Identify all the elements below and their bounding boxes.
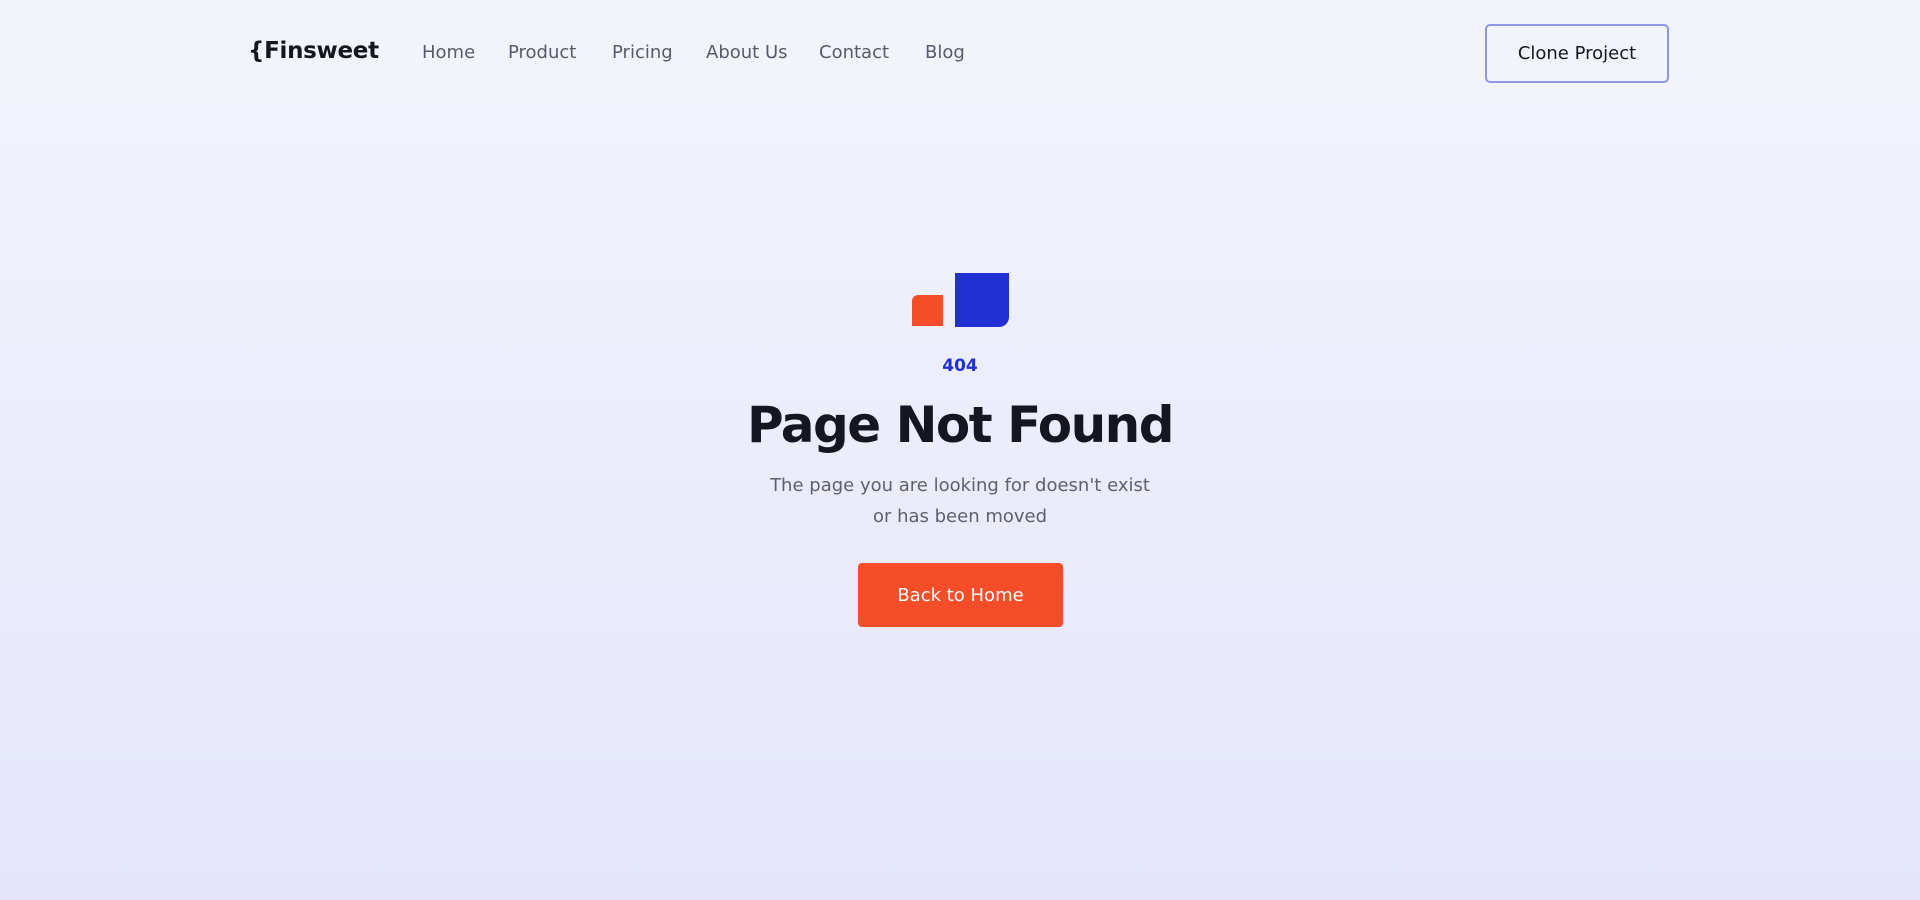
nav-blog[interactable]: Blog bbox=[925, 42, 985, 63]
subtitle-line-1: The page you are looking for doesn't exi… bbox=[770, 475, 1150, 496]
two-squares-icon bbox=[912, 272, 1010, 328]
nav-product[interactable]: Product bbox=[508, 42, 612, 63]
orange-square-shape bbox=[912, 295, 943, 326]
nav-about-us[interactable]: About Us bbox=[706, 42, 819, 63]
nav-home[interactable]: Home bbox=[422, 42, 508, 63]
page-subtitle: The page you are looking for doesn't exi… bbox=[660, 470, 1260, 532]
error-code: 404 bbox=[942, 356, 978, 376]
page-title: Page Not Found bbox=[746, 396, 1175, 454]
subtitle-line-2: or has been moved bbox=[872, 506, 1048, 527]
nav-links: Home Product Pricing About Us Contact Bl… bbox=[422, 42, 985, 63]
logo[interactable]: {Finsweet bbox=[248, 38, 379, 64]
clone-project-button[interactable]: Clone Project bbox=[1485, 24, 1669, 83]
blue-square-shape bbox=[955, 273, 1009, 327]
back-to-home-button[interactable]: Back to Home bbox=[858, 563, 1063, 627]
nav-contact[interactable]: Contact bbox=[819, 42, 925, 63]
nav-pricing[interactable]: Pricing bbox=[612, 42, 706, 63]
navbar: {Finsweet Home Product Pricing About Us … bbox=[0, 0, 1920, 108]
